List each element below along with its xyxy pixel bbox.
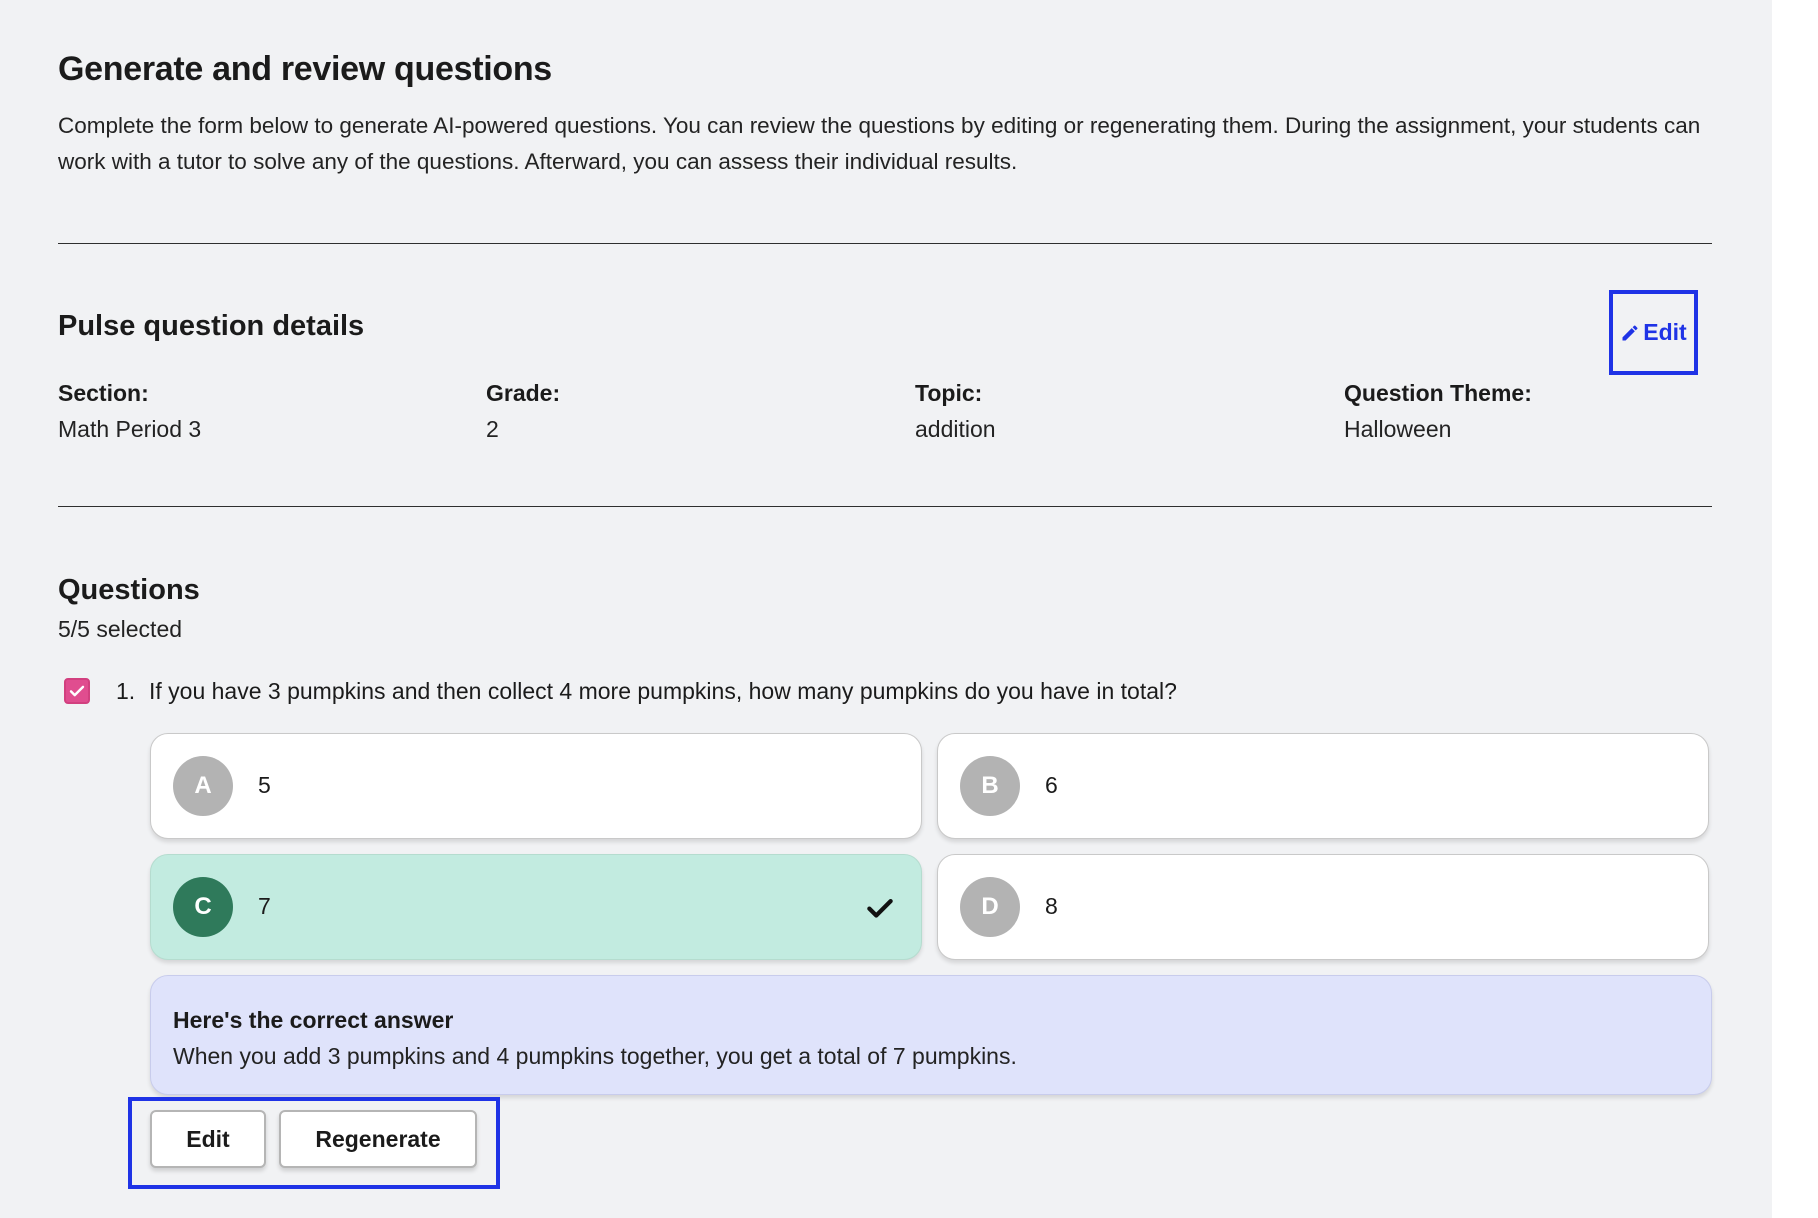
edit-question-button[interactable]: Edit <box>150 1110 266 1168</box>
answer-explanation: Here's the correct answer When you add 3… <box>150 975 1712 1095</box>
divider <box>58 243 1712 244</box>
question-checkbox[interactable] <box>64 678 90 704</box>
detail-value: Halloween <box>1344 416 1452 442</box>
explanation-text: When you add 3 pumpkins and 4 pumpkins t… <box>173 1043 1017 1069</box>
answer-choice-c[interactable]: C 7 <box>150 854 922 960</box>
details-title: Pulse question details <box>58 310 365 342</box>
divider <box>58 506 1712 507</box>
edit-details-label: Edit <box>1643 319 1687 345</box>
selected-count: 5/5 selected <box>58 616 183 642</box>
detail-label: Topic: <box>915 380 983 406</box>
choice-text: 5 <box>258 772 271 798</box>
questions-title: Questions <box>58 574 200 606</box>
detail-grade: Grade: 2 <box>486 375 886 447</box>
explanation-title: Here's the correct answer <box>173 1007 454 1033</box>
choice-letter-badge: B <box>960 756 1020 816</box>
detail-section: Section: Math Period 3 <box>58 375 458 447</box>
detail-value: addition <box>915 416 996 442</box>
main-panel: Generate and review questions Complete t… <box>0 0 1772 1218</box>
choice-letter-badge: D <box>960 877 1020 937</box>
correct-checkmark-icon <box>867 899 893 918</box>
choice-letter-badge: A <box>173 756 233 816</box>
pencil-icon <box>1622 324 1638 340</box>
detail-label: Section: <box>58 380 149 406</box>
detail-topic: Topic: addition <box>915 375 1315 447</box>
edit-details-button[interactable]: Edit <box>1609 290 1698 375</box>
checkmark-icon <box>69 685 85 697</box>
choice-text: 8 <box>1045 893 1058 919</box>
detail-label: Grade: <box>486 380 561 406</box>
question-number: 1. <box>116 678 136 704</box>
detail-value: Math Period 3 <box>58 416 202 442</box>
choice-text: 6 <box>1045 772 1058 798</box>
regenerate-question-button[interactable]: Regenerate <box>279 1110 477 1168</box>
page-title: Generate and review questions <box>58 50 552 88</box>
answer-choice-b[interactable]: B 6 <box>937 733 1709 839</box>
detail-theme: Question Theme: Halloween <box>1344 375 1744 447</box>
answer-choice-d[interactable]: D 8 <box>937 854 1709 960</box>
choice-text: 7 <box>258 893 271 919</box>
answer-choice-a[interactable]: A 5 <box>150 733 922 839</box>
question-text: If you have 3 pumpkins and then collect … <box>149 678 1177 704</box>
page-intro: Complete the form below to generate AI-p… <box>58 113 1701 174</box>
detail-value: 2 <box>486 416 499 442</box>
choice-letter-badge: C <box>173 877 233 937</box>
detail-label: Question Theme: <box>1344 380 1532 406</box>
